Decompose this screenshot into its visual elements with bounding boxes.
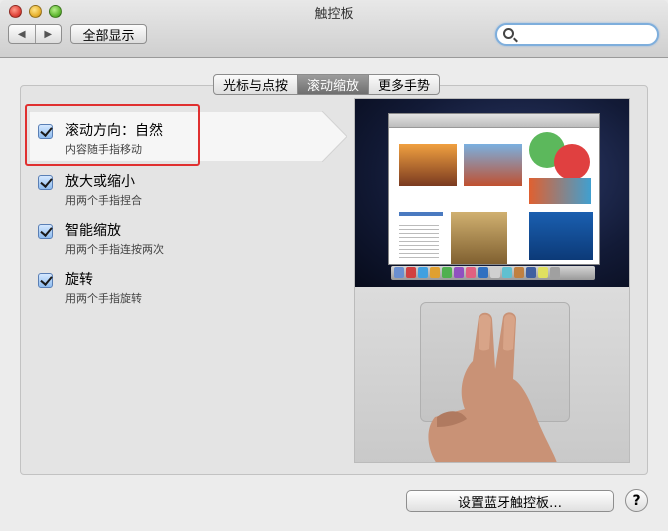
- search-icon: [503, 28, 514, 39]
- preview-screen: [355, 99, 629, 287]
- preview-dock: [391, 266, 595, 280]
- option-description: 用两个手指旋转: [65, 292, 142, 305]
- back-button[interactable]: ◀: [9, 25, 35, 43]
- show-all-button[interactable]: 全部显示: [70, 24, 147, 44]
- tab-more-gestures[interactable]: 更多手势: [368, 75, 439, 94]
- tab-point-click[interactable]: 光标与点按: [214, 75, 297, 94]
- gesture-preview: [354, 98, 630, 463]
- zoom-checkbox[interactable]: [38, 175, 53, 190]
- window-title: 触控板: [314, 7, 354, 22]
- search-input[interactable]: [495, 23, 659, 46]
- tab-scroll-zoom[interactable]: 滚动缩放: [297, 75, 369, 94]
- option-description: 用两个手指连按两次: [65, 243, 164, 256]
- option-description: 用两个手指捏合: [65, 194, 142, 207]
- smart-zoom-checkbox[interactable]: [38, 224, 53, 239]
- tab-bar: 光标与点按 滚动缩放 更多手势: [213, 74, 441, 95]
- setup-bluetooth-trackpad-button[interactable]: 设置蓝牙触控板…: [406, 490, 614, 512]
- window-titlebar: 触控板 ◀ ▶ 全部显示: [0, 0, 668, 58]
- forward-button[interactable]: ▶: [34, 25, 62, 43]
- option-title: 旋转: [65, 272, 93, 288]
- rotate-checkbox[interactable]: [38, 273, 53, 288]
- help-icon[interactable]: ?: [625, 489, 648, 512]
- hand-illustration: [428, 312, 557, 462]
- annotation-highlight-box: [25, 104, 200, 166]
- option-title: 智能缩放: [65, 223, 121, 239]
- nav-button-group: ◀ ▶: [8, 24, 62, 44]
- preview-browser: [388, 113, 600, 265]
- option-title: 放大或缩小: [65, 174, 135, 190]
